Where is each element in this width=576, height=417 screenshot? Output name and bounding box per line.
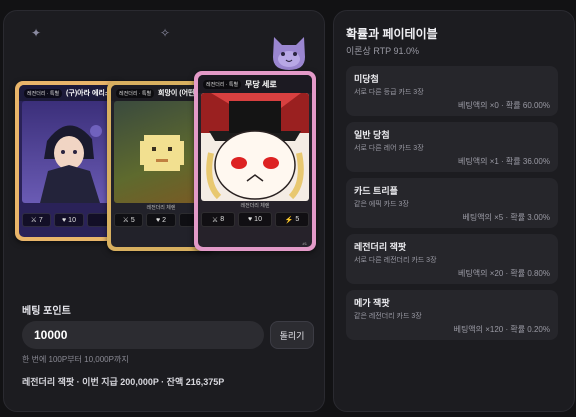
spin-result-text: 레전더리 잭팟 · 이번 지급 200,000P · 잔액 216,375P: [22, 377, 225, 387]
card-rarity: 레전더리 · 특별: [116, 88, 155, 98]
slot-machine-panel: ✦ ✧ 레전더리 · 특별 (구)아라 에리스 ⚔ 7 ♥ 10 레전더리 · …: [3, 10, 325, 412]
bet-label: 베팅 포인트: [22, 306, 71, 317]
spin-button[interactable]: 돌리기: [270, 321, 314, 349]
health-stat: ♥ 10: [238, 212, 272, 227]
heart-icon: ♥: [155, 216, 161, 224]
card-badge: 레전더리 체렌: [240, 203, 270, 209]
paytable-row: 카드 트리플 같은 에픽 카드 3장 베팅액의 ×5 · 확률 3.00%: [346, 178, 558, 228]
health-value: 10: [68, 216, 76, 224]
paytable-row: 일반 당첨 서로 다른 레어 카드 3장 베팅액의 ×1 · 확률 36.00%: [346, 122, 558, 172]
outcome-description: 서로 다른 등급 카드 3장: [354, 89, 424, 96]
sword-icon: ⚔: [30, 217, 37, 224]
outcome-description: 같은 레전더리 카드 3장: [354, 313, 422, 320]
outcome-name: 미당첨: [354, 74, 379, 84]
health-value: 10: [254, 216, 262, 223]
outcome-description: 같은 에픽 카드 3장: [354, 201, 409, 208]
heart-icon: ♥: [62, 216, 67, 224]
card-rarity: 레전더리 · 특별: [24, 88, 63, 98]
attack-stat: ⚔ 8: [201, 212, 235, 227]
heart-icon: ♥: [248, 216, 253, 223]
paytable-row: 레전더리 잭팟 서로 다른 레전더리 카드 3장 베팅액의 ×20 · 확률 0…: [346, 234, 558, 284]
paytable-panel: 확률과 페이테이블 이론상 RTP 91.0% 미당첨 서로 다른 등급 카드 …: [333, 10, 575, 412]
rtp-text: 이론상 RTP 91.0%: [346, 46, 420, 56]
outcome-description: 서로 다른 레전더리 카드 3장: [354, 257, 437, 264]
outcome-description: 서로 다른 레어 카드 3장: [354, 145, 424, 152]
card-name: 무당 세로: [245, 79, 277, 89]
sword-icon: ⚔: [211, 216, 219, 224]
sparkle-icon: ✦: [31, 26, 42, 40]
outcome-odds: 베팅액의 ×1 · 확률 36.00%: [458, 157, 550, 166]
paytable-row: 메가 잭팟 같은 레전더리 카드 3장 베팅액의 ×120 · 확률 0.20%: [346, 290, 558, 340]
lightning-icon: ⚡: [284, 216, 294, 224]
card-number: #1: [302, 241, 307, 246]
card-name: (구)아라 에리스: [66, 90, 112, 97]
attack-value: 5: [130, 216, 135, 224]
health-stat: ♥ 2: [146, 213, 176, 227]
paytable-row: 미당첨 서로 다른 등급 카드 3장 베팅액의 ×0 · 확률 60.00%: [346, 66, 558, 116]
attack-stat: ⚔ 5: [114, 213, 144, 227]
health-value: 2: [162, 216, 167, 224]
outcome-odds: 베팅액의 ×5 · 확률 3.00%: [462, 213, 550, 222]
outcome-odds: 베팅액의 ×20 · 확률 0.80%: [458, 269, 550, 278]
speed-value: 5: [295, 216, 300, 223]
bet-amount-input[interactable]: [22, 321, 264, 349]
cat-mascot-icon: [273, 37, 305, 70]
card-rarity: 레전더리 · 특별: [203, 79, 242, 89]
speed-stat: ⚡ 5: [275, 212, 309, 227]
card-footer: #1: [203, 241, 307, 246]
bet-range-hint: 한 번에 100P부터 10,000P까지: [22, 355, 129, 364]
outcome-name: 카드 트리플: [354, 186, 398, 196]
health-stat: ♥ 10: [54, 213, 84, 227]
slot-card: 레전더리 · 특별 무당 세로 레전더리 체렌 ⚔ 8 ♥ 10 ⚡ 5 #1: [194, 71, 316, 251]
card-artwork: [201, 93, 309, 201]
sword-icon: ⚔: [122, 217, 129, 224]
paytable-title: 확률과 페이테이블: [346, 27, 438, 41]
sparkle-icon: ✧: [160, 26, 171, 40]
attack-value: 8: [220, 216, 225, 223]
outcome-name: 일반 당첨: [354, 130, 390, 140]
outcome-odds: 베팅액의 ×0 · 확률 60.00%: [458, 101, 550, 110]
outcome-name: 레전더리 잭팟: [354, 242, 407, 252]
attack-stat: ⚔ 7: [22, 213, 52, 227]
attack-value: 7: [38, 216, 43, 224]
outcome-odds: 베팅액의 ×120 · 확률 0.20%: [453, 325, 550, 334]
outcome-name: 메가 잭팟: [354, 298, 390, 308]
card-artwork: [22, 101, 116, 203]
